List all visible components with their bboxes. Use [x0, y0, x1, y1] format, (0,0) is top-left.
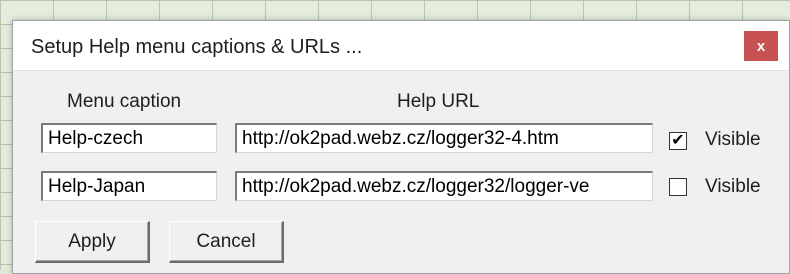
url-field-czech[interactable]: http://ok2pad.webz.cz/logger32-4.htm: [235, 123, 653, 153]
visible-checkbox-czech[interactable]: ✔: [669, 132, 687, 150]
close-button[interactable]: x: [744, 31, 778, 61]
help-menu-setup-dialog: Setup Help menu captions & URLs ... x Me…: [12, 20, 790, 274]
help-url-header: Help URL: [397, 91, 480, 112]
close-icon: x: [756, 37, 766, 55]
apply-button[interactable]: Apply: [35, 221, 150, 263]
cancel-button[interactable]: Cancel: [169, 221, 284, 263]
caption-field-japan[interactable]: Help-Japan: [41, 171, 217, 201]
visible-checkbox-japan[interactable]: [669, 178, 687, 196]
dialog-title: Setup Help menu captions & URLs ...: [31, 36, 363, 58]
visible-label-japan: Visible: [705, 176, 761, 197]
caption-field-czech[interactable]: Help-czech: [41, 123, 217, 153]
dialog-titlebar[interactable]: Setup Help menu captions & URLs ... x: [13, 21, 789, 71]
url-field-japan[interactable]: http://ok2pad.webz.cz/logger32/logger-ve: [235, 171, 653, 201]
visible-label-czech: Visible: [705, 129, 761, 150]
checkmark-icon: ✔: [671, 132, 685, 149]
menu-caption-header: Menu caption: [67, 91, 182, 112]
